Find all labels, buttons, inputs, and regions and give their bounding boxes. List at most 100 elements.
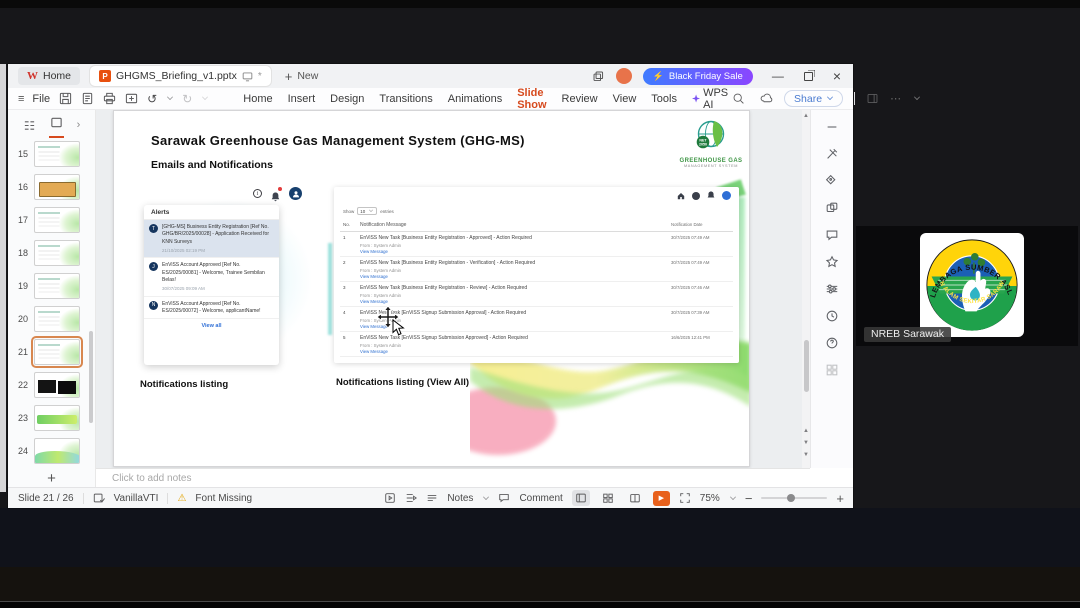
history-icon[interactable] bbox=[825, 309, 839, 323]
undo-icon[interactable]: ↺ bbox=[147, 92, 157, 106]
close-button[interactable]: × bbox=[833, 69, 841, 83]
comment-button[interactable]: Comment bbox=[519, 493, 562, 504]
scan-export-icon[interactable] bbox=[125, 92, 138, 105]
shapes-icon[interactable] bbox=[825, 201, 839, 215]
add-slide-button[interactable]: + bbox=[8, 470, 95, 487]
participant-video-tile[interactable]: LEMBAGA SUMBER ASLI DAN ALAM SEKITAR SAR… bbox=[856, 226, 1078, 346]
save-icon[interactable] bbox=[59, 92, 72, 105]
undo-caret-icon[interactable] bbox=[167, 94, 174, 100]
menu-item[interactable]: Design bbox=[329, 90, 365, 108]
tools-icon[interactable] bbox=[825, 147, 839, 161]
collapse-ribbon-icon[interactable] bbox=[914, 94, 921, 100]
slide-thumbnail-image[interactable] bbox=[34, 405, 80, 431]
hamburger-icon[interactable]: ≡ bbox=[18, 93, 25, 105]
comment-icon[interactable] bbox=[825, 228, 839, 242]
menu-item[interactable]: Animations bbox=[447, 90, 503, 108]
spellcheck-icon[interactable] bbox=[93, 492, 105, 504]
scroll-down-icon[interactable]: ▼ bbox=[802, 452, 810, 458]
slide-thumbnail[interactable]: 23 bbox=[8, 402, 95, 434]
zoom-caret-icon[interactable] bbox=[729, 493, 736, 500]
share-button[interactable]: Share bbox=[784, 90, 844, 107]
task-pane-icon[interactable] bbox=[866, 92, 879, 105]
present-screen-icon[interactable] bbox=[242, 71, 253, 82]
slide-thumbnail-image[interactable] bbox=[34, 240, 80, 266]
slide-thumbnail[interactable]: 22 bbox=[8, 369, 95, 401]
notes-caret-icon[interactable] bbox=[483, 493, 490, 500]
slide-thumbnail-image[interactable] bbox=[34, 207, 80, 233]
zoom-out-button[interactable]: − bbox=[745, 491, 753, 506]
print-icon[interactable] bbox=[103, 92, 116, 105]
user-avatar[interactable] bbox=[615, 68, 632, 84]
menu-item[interactable]: Slide Show bbox=[516, 84, 548, 116]
new-tab-button[interactable]: + New bbox=[285, 69, 319, 84]
slide-thumbnail-image[interactable] bbox=[34, 306, 80, 332]
slide-thumbnail-image[interactable] bbox=[34, 438, 80, 464]
slide-view-icon[interactable] bbox=[50, 116, 63, 129]
apps-icon[interactable] bbox=[825, 363, 839, 377]
view-message-link: View Message bbox=[360, 249, 388, 254]
from-current-icon[interactable] bbox=[405, 492, 418, 504]
collapse-icon[interactable] bbox=[825, 120, 839, 134]
font-missing-label[interactable]: Font Missing bbox=[195, 493, 252, 504]
comment-icon[interactable] bbox=[498, 492, 510, 504]
slide-thumbnail-image[interactable] bbox=[31, 336, 83, 368]
menu-item[interactable]: Insert bbox=[287, 90, 317, 108]
notes-pane[interactable]: Click to add notes bbox=[96, 468, 810, 487]
minimize-button[interactable]: — bbox=[772, 70, 784, 82]
restore-button[interactable] bbox=[803, 71, 813, 81]
tab-home[interactable]: W Home bbox=[18, 67, 81, 85]
output-icon[interactable] bbox=[81, 92, 94, 105]
notes-toggle[interactable]: Notes bbox=[447, 493, 473, 504]
cloud-sync-icon[interactable] bbox=[760, 92, 773, 105]
next-slide-icon[interactable]: ▼ bbox=[802, 440, 810, 446]
more-options-icon[interactable]: ⋯ bbox=[890, 92, 902, 105]
scrollbar-thumb[interactable] bbox=[803, 340, 809, 392]
slide-thumbnail[interactable]: 18 bbox=[8, 237, 95, 269]
file-menu[interactable]: File bbox=[32, 93, 50, 105]
search-icon[interactable] bbox=[732, 92, 745, 105]
page-size-select: 10 bbox=[357, 207, 378, 215]
menu-item[interactable]: Home bbox=[242, 90, 273, 108]
right-tool-sidebar bbox=[810, 110, 853, 468]
notes-icon[interactable] bbox=[426, 492, 438, 504]
menu-item[interactable]: Review bbox=[561, 90, 599, 108]
language-label[interactable]: VanillaVTI bbox=[114, 493, 159, 504]
slide-thumbnail[interactable]: 20 bbox=[8, 303, 95, 335]
menu-item[interactable]: Tools bbox=[650, 90, 678, 108]
star-icon[interactable] bbox=[825, 255, 839, 269]
slide-sorter-button[interactable] bbox=[599, 490, 617, 506]
slide-thumbnail[interactable]: 15 bbox=[8, 138, 95, 170]
slide-thumbnail-image[interactable] bbox=[34, 174, 80, 200]
normal-view-button[interactable] bbox=[571, 490, 590, 506]
slide-thumbnail-image[interactable] bbox=[34, 273, 80, 299]
tag-icon[interactable] bbox=[825, 174, 839, 188]
from-beginning-icon[interactable] bbox=[384, 492, 396, 504]
zoom-slider[interactable] bbox=[761, 494, 828, 502]
collapse-panel-icon[interactable]: › bbox=[77, 119, 81, 131]
slide-thumbnail[interactable]: 21 bbox=[8, 336, 95, 368]
slide-thumbnail[interactable]: 16 bbox=[8, 171, 95, 203]
zoom-level[interactable]: 75% bbox=[700, 493, 720, 504]
slideshow-play-button[interactable]: ▶ bbox=[652, 490, 670, 506]
window-switch-icon[interactable] bbox=[592, 70, 605, 83]
zoom-in-button[interactable]: + bbox=[836, 491, 844, 506]
help-icon[interactable] bbox=[825, 336, 839, 350]
slide-scrollbar[interactable]: ▲ ▲ ▼ ▼ bbox=[802, 110, 810, 468]
promo-button[interactable]: ⚡ Black Friday Sale bbox=[642, 67, 753, 85]
outline-view-icon[interactable] bbox=[23, 119, 36, 132]
reading-view-button[interactable] bbox=[626, 490, 644, 506]
zoom-slider-knob[interactable] bbox=[787, 494, 796, 502]
menu-item[interactable]: WPS AI bbox=[691, 84, 732, 114]
slide-thumbnail-image[interactable] bbox=[34, 141, 80, 167]
menu-item[interactable]: View bbox=[612, 90, 638, 108]
thumbnail-scrollbar[interactable] bbox=[89, 331, 93, 423]
previous-slide-icon[interactable]: ▲ bbox=[802, 428, 810, 434]
scroll-up-icon[interactable]: ▲ bbox=[802, 113, 810, 119]
slide-thumbnail[interactable]: 24 bbox=[8, 435, 95, 467]
menu-item[interactable]: Transitions bbox=[378, 90, 433, 108]
slide-thumbnail[interactable]: 17 bbox=[8, 204, 95, 236]
slide-thumbnail[interactable]: 19 bbox=[8, 270, 95, 302]
fit-slide-icon[interactable] bbox=[679, 492, 691, 504]
slide-thumbnail-image[interactable] bbox=[34, 372, 80, 398]
settings-icon[interactable] bbox=[825, 282, 839, 296]
